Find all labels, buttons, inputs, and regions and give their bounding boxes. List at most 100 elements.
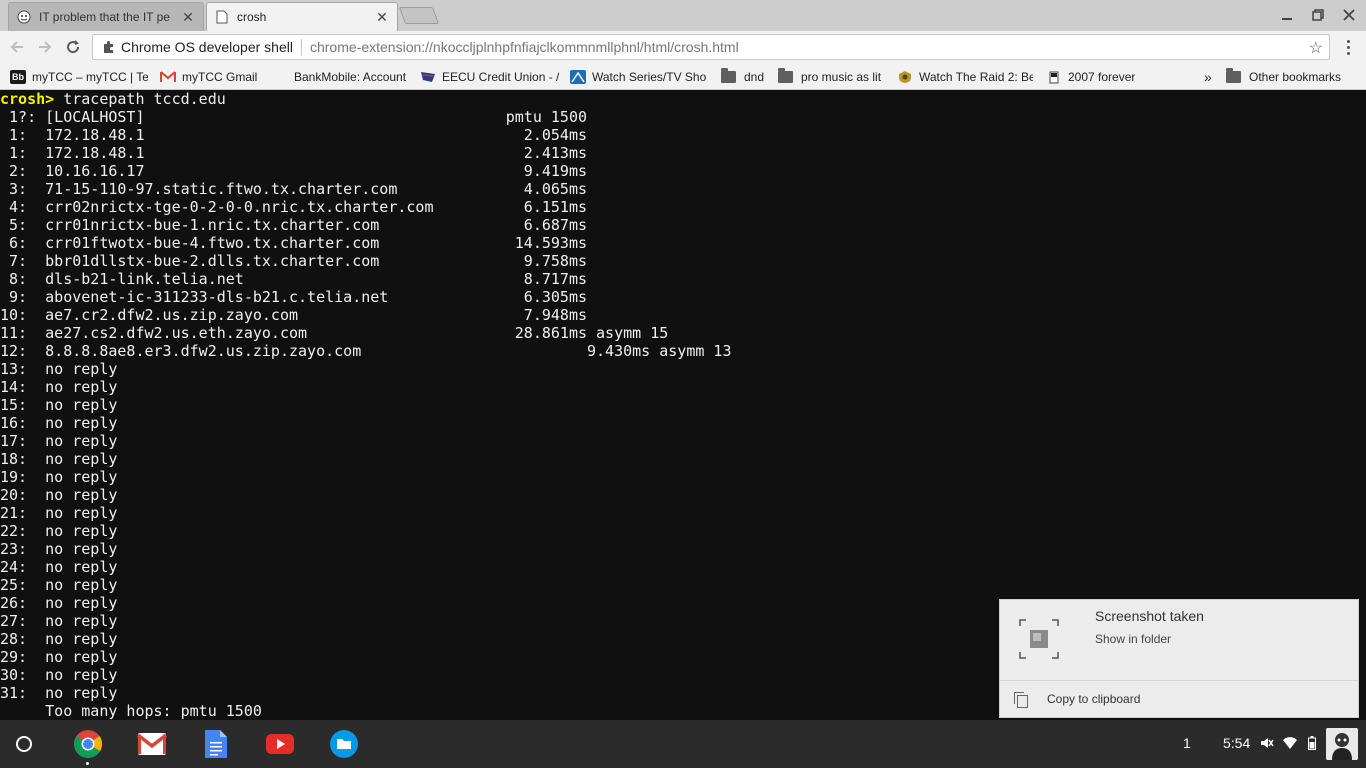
notification-title: Screenshot taken: [1095, 608, 1204, 624]
chrome-menu-icon[interactable]: [1340, 37, 1356, 57]
bookmark-label: pro music as lit: [801, 70, 882, 84]
terminal-line: 5: crr01nrictx-bue-1.nric.tx.charter.com…: [0, 216, 587, 234]
terminal-line: 24: no reply: [0, 558, 118, 576]
folder-icon: [721, 68, 736, 83]
terminal-line: 14: no reply: [0, 378, 118, 396]
page-icon: [215, 10, 229, 24]
bookmarks-bar: Bb myTCC – myTCC | Te myTCC Gmail BankMo…: [0, 63, 1366, 90]
copy-label: Copy to clipboard: [1047, 692, 1141, 706]
launcher-circle-icon[interactable]: [16, 736, 32, 752]
bookmark-label: dnd: [744, 70, 765, 84]
terminal-line: 3: 71-15-110-97.static.ftwo.tx.charter.c…: [0, 180, 587, 198]
minimize-icon[interactable]: [1270, 0, 1304, 30]
bb-icon: Bb: [10, 70, 26, 84]
command-text: tracepath tccd.edu: [54, 90, 226, 108]
bookmark-bankmobile[interactable]: BankMobile: Account: [294, 67, 410, 87]
close-window-icon[interactable]: [1332, 0, 1366, 30]
running-indicator: [86, 762, 89, 765]
bookmark-mytcc-gmail[interactable]: myTCC Gmail: [160, 67, 272, 87]
terminal-line: 16: no reply: [0, 414, 118, 432]
back-arrow-icon[interactable]: [6, 36, 28, 58]
bookmark-label: BankMobile: Account: [294, 70, 407, 84]
bookmarks-overflow-button[interactable]: »: [1204, 67, 1218, 87]
bookmark-label: Watch The Raid 2: Be: [919, 70, 1033, 84]
battery-icon[interactable]: [1305, 736, 1319, 750]
bookmark-folder-dnd[interactable]: dnd: [721, 67, 771, 87]
forward-arrow-icon[interactable]: [34, 36, 56, 58]
screenshot-notification[interactable]: Screenshot taken Show in folder Copy to …: [999, 599, 1359, 718]
badge-icon: [897, 70, 913, 84]
bookmark-label: Watch Series/TV Sho: [592, 70, 707, 84]
reload-icon[interactable]: [62, 36, 84, 58]
folder-icon: [778, 68, 793, 83]
terminal-line: 4: crr02nrictx-tge-0-2-0-0.nric.tx.chart…: [0, 198, 587, 216]
bookmark-label: myTCC Gmail: [182, 70, 258, 84]
page-icon: [1046, 70, 1062, 84]
terminal-line: 22: no reply: [0, 522, 118, 540]
bookmark-2007-forever[interactable]: 2007 forever: [1046, 67, 1146, 87]
meme-face-icon: [17, 10, 31, 24]
terminal-line: 20: no reply: [0, 486, 118, 504]
maximize-icon[interactable]: [1301, 0, 1335, 30]
terminal-line: 1: 172.18.48.1 2.413ms: [0, 144, 587, 162]
files-icon[interactable]: [329, 729, 359, 759]
address-bar[interactable]: Chrome OS developer shell chrome-extensi…: [92, 34, 1330, 60]
close-icon[interactable]: ✕: [181, 9, 195, 25]
bookmark-star-icon[interactable]: ☆: [1309, 38, 1323, 58]
notification-count[interactable]: 1: [1183, 735, 1191, 751]
bookmark-label: Other bookmarks: [1249, 70, 1342, 84]
terminal-line: 6: crr01ftwotx-bue-4.ftwo.tx.charter.com…: [0, 234, 587, 252]
clock[interactable]: 5:54: [1223, 735, 1250, 751]
terminal-line: 15: no reply: [0, 396, 118, 414]
terminal-line: 12: 8.8.8.8ae8.er3.dfw2.us.zip.zayo.com …: [0, 342, 732, 360]
watch-series-icon: [570, 70, 586, 84]
other-bookmarks[interactable]: Other bookmarks: [1226, 67, 1356, 87]
bookmark-label: EECU Credit Union - /: [442, 70, 560, 84]
bookmark-watch-series[interactable]: Watch Series/TV Sho: [570, 67, 710, 87]
terminal-line: 25: no reply: [0, 576, 118, 594]
chrome-icon[interactable]: [73, 729, 103, 759]
user-avatar[interactable]: [1326, 728, 1358, 760]
bookmark-eecu[interactable]: EECU Credit Union - /: [420, 67, 560, 87]
command-line: crosh> tracepath tccd.edu: [0, 90, 1366, 108]
copy-to-clipboard-button[interactable]: Copy to clipboard: [1014, 688, 1140, 710]
tab-strip: IT problem that the IT pe ✕ crosh ✕: [0, 0, 1366, 31]
show-in-folder-link[interactable]: Show in folder: [1095, 632, 1171, 646]
browser-toolbar: Chrome OS developer shell chrome-extensi…: [0, 31, 1366, 63]
terminal-line: 7: bbr01dllstx-bue-2.dlls.tx.charter.com…: [0, 252, 587, 270]
tab-crosh[interactable]: crosh ✕: [206, 2, 398, 31]
close-icon[interactable]: ✕: [375, 9, 389, 25]
terminal-line: 23: no reply: [0, 540, 118, 558]
gmail-icon[interactable]: [137, 729, 167, 759]
terminal-line: 17: no reply: [0, 432, 118, 450]
bookmark-label: myTCC – myTCC | Te: [32, 70, 148, 84]
bookmark-watch-raid[interactable]: Watch The Raid 2: Be: [897, 67, 1033, 87]
docs-icon[interactable]: [201, 729, 231, 759]
terminal-line: 8: dls-b21-link.telia.net 8.717ms: [0, 270, 587, 288]
shelf: 1 5:54: [0, 720, 1366, 768]
youtube-icon[interactable]: [265, 729, 295, 759]
bookmark-mytcc[interactable]: Bb myTCC – myTCC | Te: [10, 67, 148, 87]
volume-muted-icon[interactable]: [1260, 736, 1274, 750]
gmail-icon: [160, 70, 176, 84]
copy-icon: [1014, 692, 1028, 708]
divider: [1000, 680, 1358, 681]
url-text[interactable]: chrome-extension://nkoccljplnhpfnfiajclk…: [302, 39, 739, 55]
new-tab-button[interactable]: [398, 7, 440, 24]
tab-it-problem[interactable]: IT problem that the IT pe ✕: [8, 2, 204, 31]
terminal-line: 21: no reply: [0, 504, 118, 522]
terminal-line: 2: 10.16.16.17 9.419ms: [0, 162, 587, 180]
tab-title: IT problem that the IT pe: [39, 10, 170, 24]
terminal-line: 10: ae7.cr2.dfw2.us.zip.zayo.com 7.948ms: [0, 306, 587, 324]
terminal-line: 11: ae27.cs2.dfw2.us.eth.zayo.com 28.861…: [0, 324, 669, 342]
wifi-icon[interactable]: [1283, 736, 1297, 750]
bookmark-label: 2007 forever: [1068, 70, 1136, 84]
terminal-line: 18: no reply: [0, 450, 118, 468]
folder-icon: [1226, 68, 1241, 83]
terminal-line: 13: no reply: [0, 360, 118, 378]
tab-title: crosh: [237, 10, 267, 24]
shell-prompt: crosh>: [0, 90, 55, 108]
bookmark-folder-pro-music[interactable]: pro music as lit: [778, 67, 890, 87]
screenshot-thumbnail-icon: [1018, 618, 1060, 660]
terminal-line: 19: no reply: [0, 468, 118, 486]
